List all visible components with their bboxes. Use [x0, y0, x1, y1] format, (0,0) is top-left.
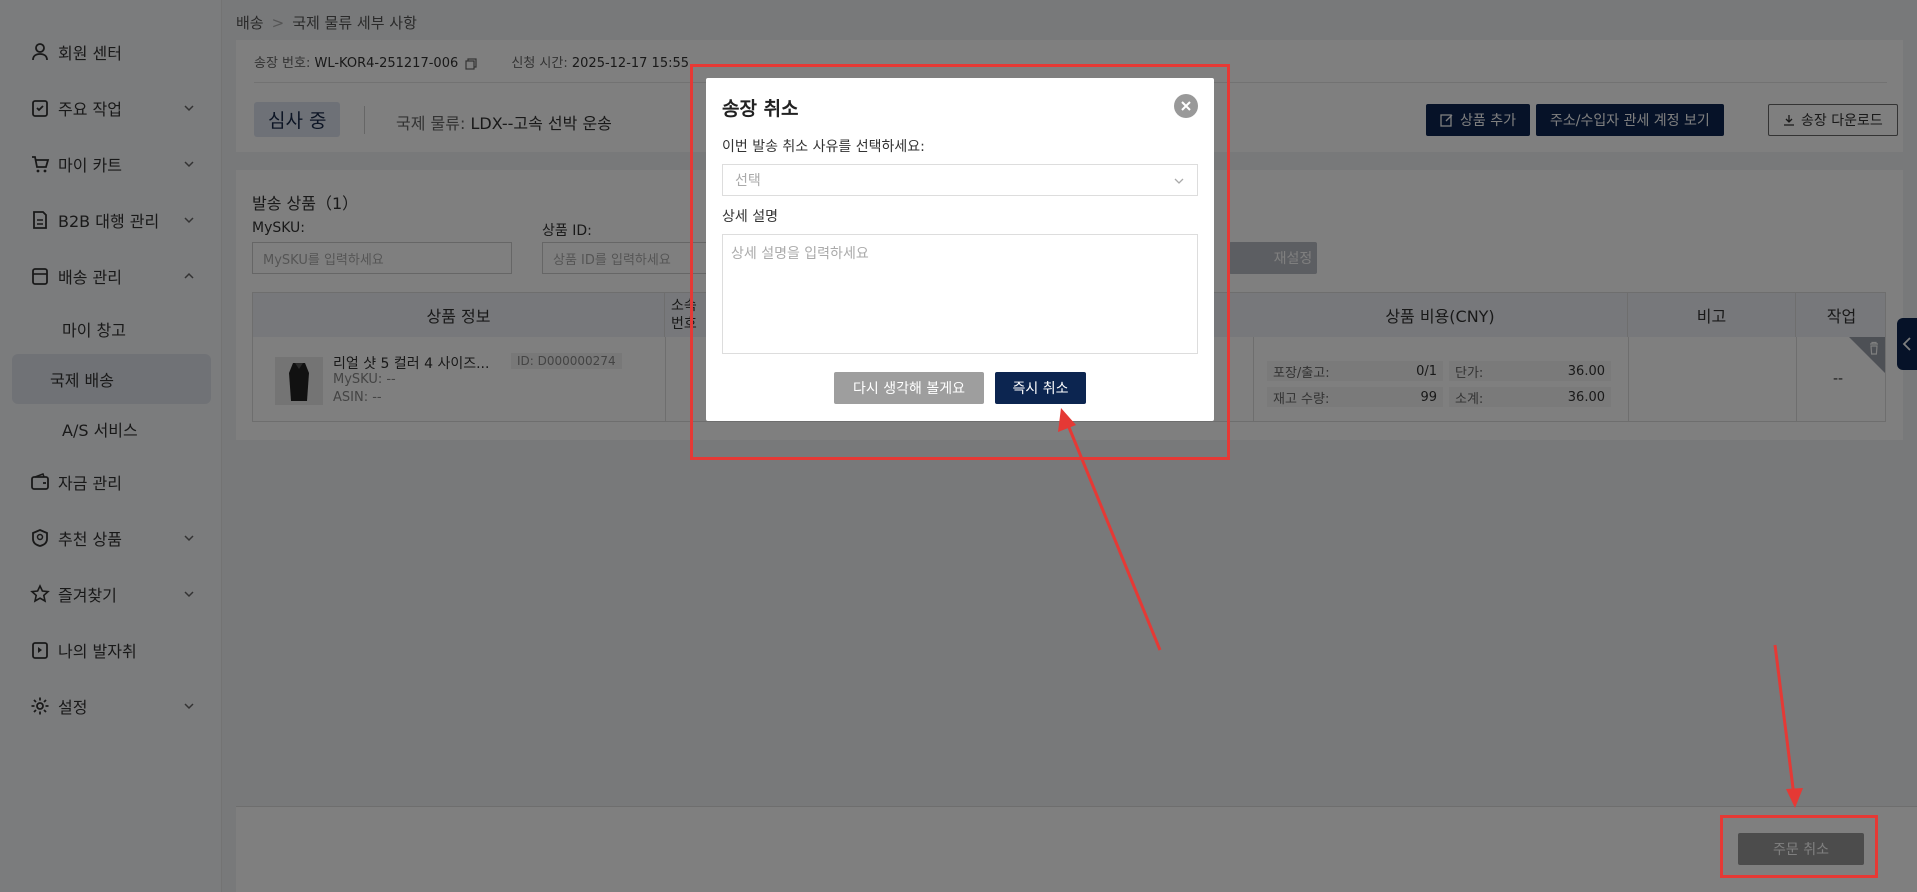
- app-root: 회원 센터 주요 작업 마이 카트 B2B 대행 관리 배송 관리 마이 창고 …: [0, 0, 1917, 892]
- annotation-arrow-line: [1773, 644, 1796, 797]
- annotation-arrows: [1058, 408, 1803, 808]
- annotation-arrow-line: [1064, 419, 1162, 651]
- annotation-arrowhead: [1786, 788, 1803, 808]
- annotation-arrowhead: [1058, 408, 1076, 432]
